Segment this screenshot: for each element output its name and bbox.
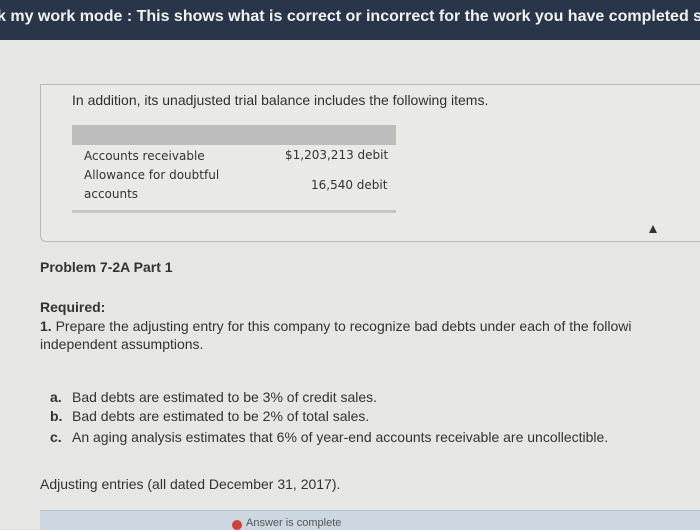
assumption-b: b. Bad debts are estimated to be 2% of to… bbox=[50, 408, 369, 424]
main-content: In addition, its unadjusted trial balanc… bbox=[0, 40, 700, 530]
answer-status-bar[interactable]: Answer is complete bbox=[40, 510, 700, 530]
trial-balance-amount-1: 16,540 debit bbox=[311, 178, 388, 192]
trial-balance-account-0: Accounts receivable bbox=[84, 149, 205, 163]
intro-text: In addition, its unadjusted trial balanc… bbox=[72, 92, 489, 108]
trial-balance-footer bbox=[72, 210, 396, 213]
assumption-text: Bad debts are estimated to be 2% of tota… bbox=[72, 408, 370, 424]
trial-balance-header bbox=[72, 125, 396, 145]
trial-balance-amount-0: $1,203,213 debit bbox=[285, 148, 389, 162]
mode-banner: k my work mode : This shows what is corr… bbox=[0, 0, 700, 40]
required-number: 1. bbox=[40, 318, 52, 334]
assumption-a: a. Bad debts are estimated to be 3% of cr… bbox=[50, 389, 377, 405]
required-text: Prepare the adjusting entry for this com… bbox=[55, 318, 632, 334]
answer-status-text: Answer is complete bbox=[246, 517, 342, 529]
mode-banner-text: k my work mode : This shows what is corr… bbox=[0, 8, 700, 25]
problem-title: Problem 7-2A Part 1 bbox=[40, 259, 173, 275]
assumption-c: c. An aging analysis estimates that 6% of… bbox=[50, 429, 608, 445]
assumption-letter: a. bbox=[50, 389, 62, 405]
mouse-cursor-icon bbox=[649, 225, 657, 233]
assumption-letter: c. bbox=[50, 429, 62, 445]
assumption-text: An aging analysis estimates that 6% of y… bbox=[72, 429, 609, 445]
trial-balance-account-1: Allowance for doubtful accounts bbox=[84, 168, 220, 201]
assumption-letter: b. bbox=[50, 408, 63, 424]
required-instructions: 1. Prepare the adjusting entry for this … bbox=[40, 317, 700, 353]
assumption-text: Bad debts are estimated to be 3% of cred… bbox=[72, 389, 378, 405]
required-label: Required: bbox=[40, 299, 106, 315]
required-text-continued: independent assumptions. bbox=[40, 336, 204, 352]
adjusting-entries-heading: Adjusting entries (all dated December 31… bbox=[40, 476, 341, 492]
